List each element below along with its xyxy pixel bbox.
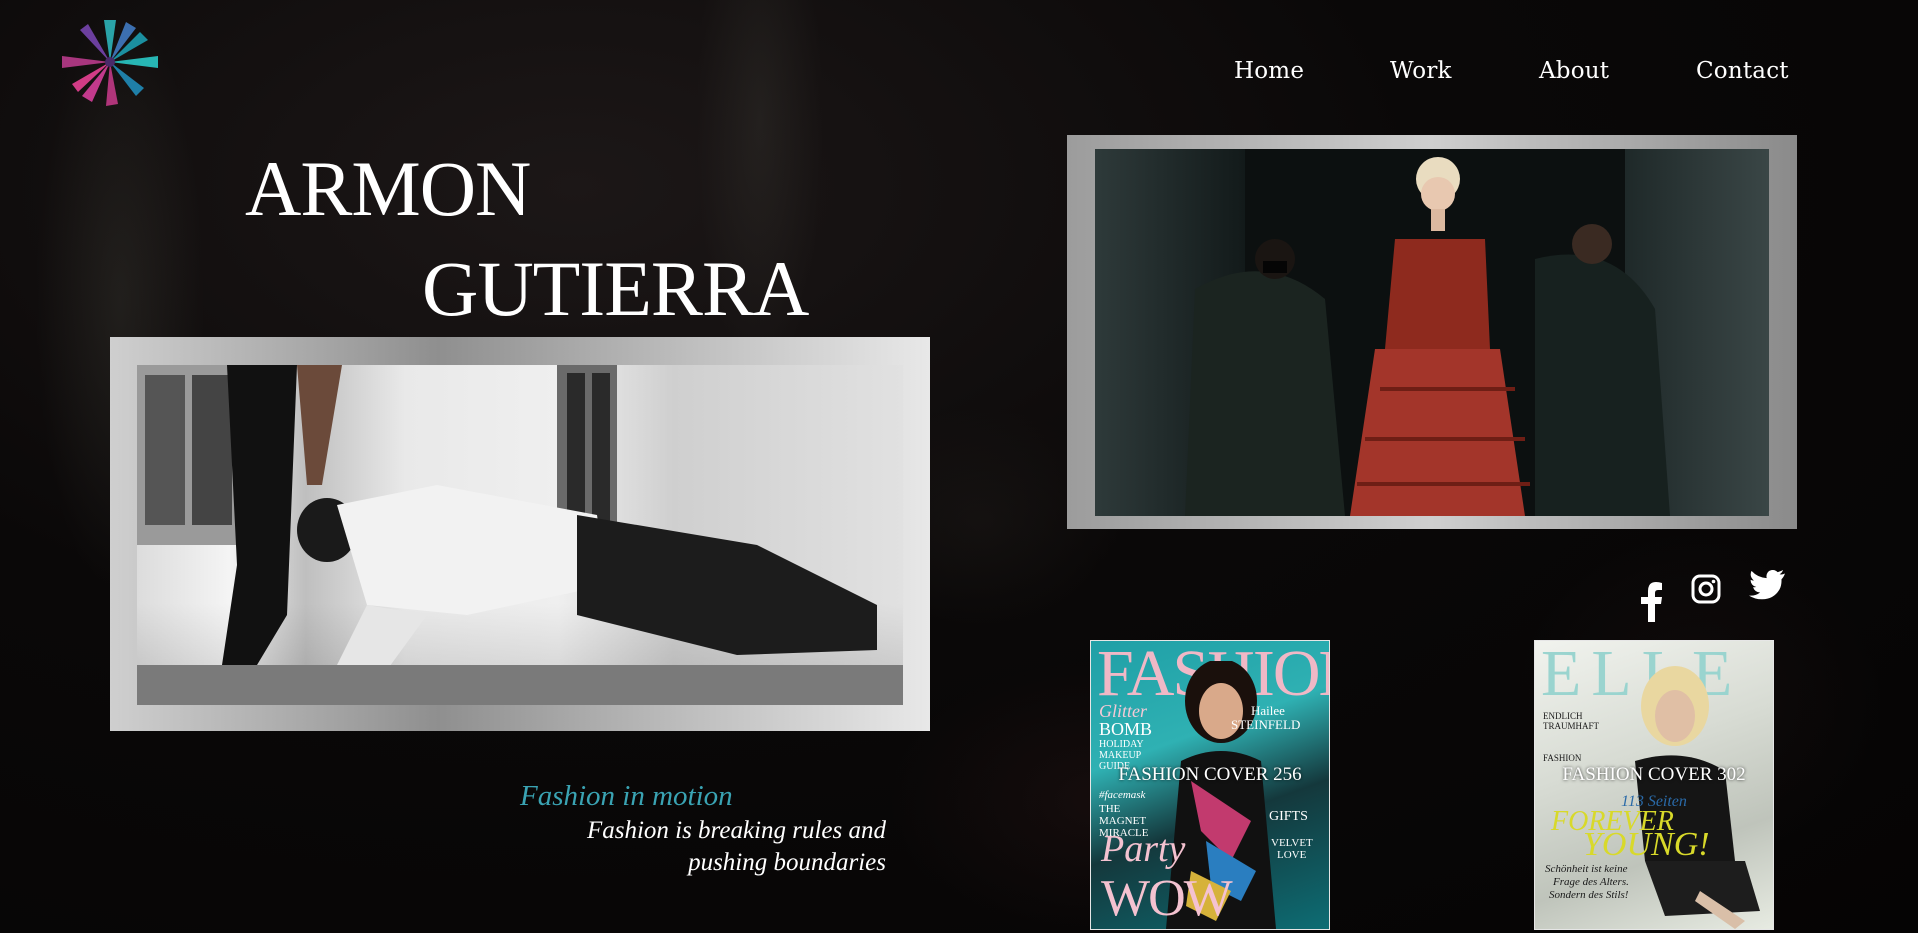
cover-text: LOVE [1277, 849, 1307, 861]
nav-contact-link[interactable]: Contact [1696, 58, 1789, 84]
bw-photo-illustration [137, 365, 903, 705]
cover-text: THE [1099, 803, 1121, 815]
cover-text: HOLIDAY [1099, 739, 1144, 750]
cover-text: ENDLICH [1543, 711, 1583, 721]
runway-illustration [1185, 149, 1670, 517]
bw-fashion-photo [110, 337, 930, 731]
cover-text: YOUNG! [1583, 826, 1710, 863]
tagline-body: Fashion is breaking rules and pushing bo… [466, 815, 886, 879]
social-links [1625, 569, 1795, 622]
cover-text: FASHION [1543, 753, 1582, 763]
tagline-line-2: pushing boundaries [688, 849, 886, 876]
runway-photo [1067, 135, 1797, 529]
hero-first-name: ARMON [245, 145, 531, 232]
cover-text: MAGNET [1099, 815, 1147, 827]
runway-photo-scene [1095, 149, 1769, 517]
cover-text: Schönheit ist keine [1545, 863, 1628, 875]
nav-home-link[interactable]: Home [1234, 58, 1304, 84]
cover-text: MAKEUP [1099, 750, 1142, 761]
elle-cover-card[interactable]: ELLE ENDLICH TRAUMHAFT FASHION 113 Seite… [1534, 640, 1774, 930]
cover-text: TRAUMHAFT [1543, 721, 1600, 731]
fashion-cover-card[interactable]: FASHION Glitter BOMB HOLIDAY MAKEUP GUID… [1090, 640, 1330, 930]
cover-text: BOMB [1099, 719, 1153, 739]
cover-text: Sondern des Stils! [1549, 889, 1629, 901]
twitter-icon[interactable] [1749, 569, 1785, 604]
cover-text: #facemask [1099, 789, 1146, 801]
main-nav: Home Work About Contact [1205, 58, 1805, 94]
cover-caption: FASHION COVER 256 [1118, 764, 1302, 785]
cover-text: Frage des Alters. [1553, 876, 1629, 888]
nav-work-link[interactable]: Work [1390, 58, 1452, 84]
cover-caption: FASHION COVER 302 [1562, 764, 1746, 785]
cover-text: Party [1101, 828, 1186, 870]
facebook-icon[interactable] [1638, 582, 1664, 626]
tagline-title: Fashion in motion [520, 780, 733, 812]
logo-flower-icon[interactable] [55, 12, 165, 107]
cover-text: WOW [1101, 870, 1233, 927]
cover-text: STEINFELD [1231, 717, 1301, 732]
nav-about-link[interactable]: About [1539, 58, 1609, 84]
cover-text: VELVET [1271, 837, 1313, 849]
hero-last-name: GUTIERRA [422, 245, 809, 332]
instagram-icon[interactable] [1691, 574, 1721, 608]
tagline-line-1: Fashion is breaking rules and [586, 817, 886, 844]
cover-text: GIFTS [1269, 809, 1308, 824]
bw-photo-scene [137, 365, 903, 705]
